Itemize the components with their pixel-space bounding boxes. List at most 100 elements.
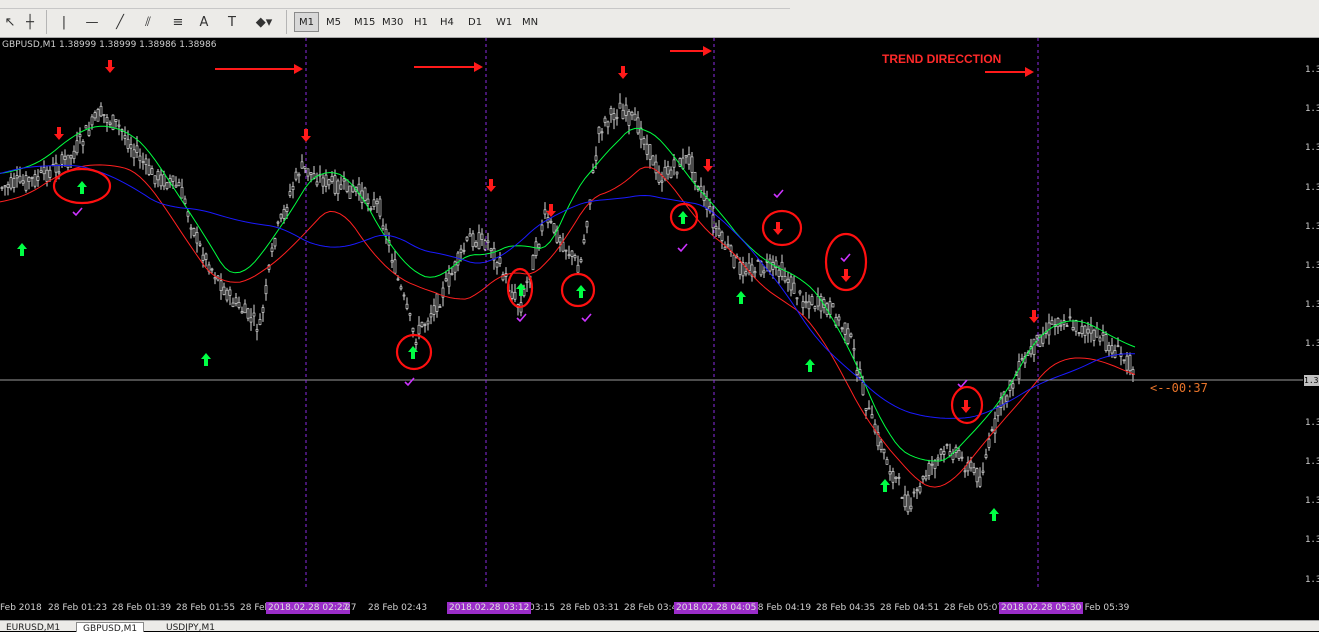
candle-body (600, 131, 604, 134)
timeframe-mn-button[interactable]: MN (518, 12, 542, 32)
chart-tab-gbpusd-m1[interactable]: GBPUSD,M1 (76, 622, 145, 632)
candle-body (213, 277, 217, 280)
chart-tab-usdjpy-m1[interactable]: USDJPY,M1 (160, 622, 221, 632)
candle-body (561, 241, 565, 252)
candle-body (177, 182, 181, 187)
candle-body (390, 260, 394, 263)
candle-body (813, 306, 817, 310)
candle-body (42, 166, 46, 175)
candle-body (261, 307, 265, 313)
horizontal-line-icon[interactable]: — (82, 12, 102, 32)
time-label: 28 Feb 02:43 (368, 603, 428, 613)
candle-body (447, 272, 451, 287)
timeframe-h1-button[interactable]: H1 (410, 12, 432, 32)
candle-body (771, 262, 775, 270)
candle-body (969, 461, 973, 469)
candle-body (531, 255, 535, 271)
candle-body (327, 179, 331, 186)
separator-time-highlight: 2018.02.28 02:27 (266, 602, 351, 614)
candle-body (471, 233, 475, 248)
timeframe-d1-button[interactable]: D1 (464, 12, 486, 32)
arrow-up-icon (576, 285, 586, 298)
timeframe-m15-button[interactable]: M15 (350, 12, 379, 32)
candle-body (126, 138, 130, 149)
candle-body (615, 116, 619, 119)
timeframe-m5-button[interactable]: M5 (322, 12, 345, 32)
candle-body (810, 296, 814, 306)
symbol-info: GBPUSD,M1 1.38999 1.38999 1.38986 1.3898… (2, 40, 217, 50)
candle-body (891, 471, 895, 483)
candle-body (1122, 359, 1126, 362)
fibonacci-icon[interactable]: ≡ (168, 12, 188, 32)
candle-body (510, 291, 514, 299)
candle-body (24, 175, 28, 191)
candle-body (21, 180, 25, 184)
vertical-line-icon[interactable]: | (54, 12, 74, 32)
candle-body (762, 270, 766, 274)
timeframe-h4-button[interactable]: H4 (436, 12, 458, 32)
candle-body (723, 246, 727, 250)
cursor-icon[interactable]: ↖ (0, 12, 20, 32)
candle-body (684, 155, 688, 158)
price-chart[interactable] (0, 38, 1303, 590)
candle-body (30, 176, 34, 179)
text-icon[interactable]: A (194, 12, 214, 32)
bar-countdown: <--00:37 (1150, 381, 1208, 395)
candle-body (249, 317, 253, 323)
arrow-up-icon (989, 508, 999, 521)
candle-body (1068, 316, 1072, 319)
candle-body (846, 328, 850, 344)
candle-body (981, 470, 985, 473)
candle-body (99, 105, 103, 117)
candle-body (105, 117, 109, 123)
channel-icon[interactable]: ⫽ (138, 12, 158, 32)
candle-body (498, 257, 502, 264)
candle-body (690, 156, 694, 173)
candle-body (402, 294, 406, 297)
candle-body (276, 221, 280, 224)
candle-body (570, 250, 574, 257)
candle-body (198, 243, 202, 246)
candle-body (159, 174, 163, 187)
candle-body (636, 117, 640, 134)
arrows-icon[interactable]: ◆▾ (254, 12, 274, 32)
candle-body (255, 329, 259, 332)
timeframe-m30-button[interactable]: M30 (378, 12, 407, 32)
candle-body (189, 227, 193, 230)
trendline-icon[interactable]: ╱ (110, 12, 130, 32)
timeframe-m1-button[interactable]: M1 (294, 12, 319, 32)
candle-body (348, 185, 352, 199)
candle-body (1101, 332, 1105, 336)
candle-body (513, 291, 517, 300)
price-tick-label: 1.3 (1305, 182, 1319, 193)
candle-body (924, 475, 928, 480)
candle-body (930, 463, 934, 466)
time-label: 28 Feb 01:23 (48, 603, 108, 613)
candle-body (831, 303, 835, 308)
candle-body (867, 407, 871, 410)
candle-body (78, 134, 82, 138)
moving-average-mid (0, 164, 1136, 488)
separator-time-highlight: 2018.02.28 05:30 (999, 602, 1084, 614)
candle-body (147, 164, 151, 175)
candle-body (582, 239, 586, 244)
candle-body (720, 231, 724, 242)
candle-body (672, 159, 676, 168)
candle-body (333, 175, 337, 194)
candle-body (186, 211, 190, 217)
crosshair-icon[interactable]: ┼ (20, 12, 40, 32)
candle-body (879, 441, 883, 450)
candle-body (732, 254, 736, 268)
price-axis: 1.3 1.3 1.3 1.3 1.3 1.3 1.3 1.3 1.3 1.3 1.3 1.3 1.3 1… (1303, 38, 1319, 590)
text-label-icon[interactable]: T (222, 12, 242, 32)
check-icon (72, 207, 83, 217)
chart-tab-eurusd-m1[interactable]: EURUSD,M1 (0, 622, 66, 632)
candle-body (1020, 358, 1024, 361)
time-axis: Feb 2018 28 Feb 01:23 28 Feb 01:39 28 Feb 0… (0, 590, 1319, 620)
timeframe-w1-button[interactable]: W1 (492, 12, 516, 32)
arrow-down-icon (841, 269, 851, 282)
trend-annotation: TREND DIRECCTION (882, 52, 1002, 66)
candle-body (480, 233, 484, 240)
candle-body (270, 247, 274, 252)
candle-body (363, 187, 367, 201)
